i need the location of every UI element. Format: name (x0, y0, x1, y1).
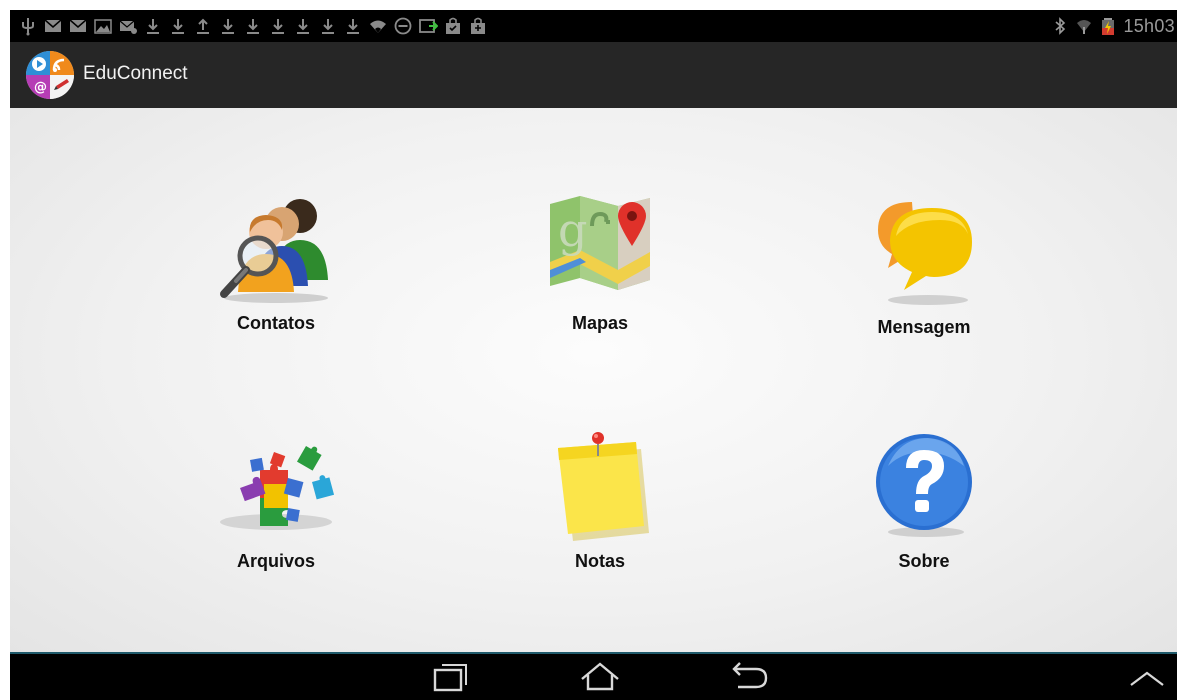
notification-icons (18, 16, 488, 36)
svg-text:g: g (558, 203, 587, 257)
download-icon (268, 16, 288, 36)
download-icon (343, 16, 363, 36)
help-question-icon (864, 426, 984, 546)
shopping-bag-icon (443, 16, 463, 36)
home-icon (581, 662, 619, 691)
navigation-bar (10, 654, 1177, 700)
menu-item-label: Arquivos (236, 551, 315, 571)
menu-item-label: Sobre (898, 551, 950, 571)
email-icon (118, 16, 138, 36)
battery-icon (1099, 17, 1117, 35)
minus-circle-icon (393, 16, 413, 36)
chevron-up-icon (1130, 671, 1164, 686)
back-icon (732, 662, 768, 689)
signal-icon (1075, 17, 1093, 35)
menu-item-notas[interactable]: Notas (480, 426, 720, 606)
upload-icon (193, 16, 213, 36)
menu-item-label: Notas (574, 551, 625, 571)
chat-bubbles-icon (864, 192, 984, 312)
bluetooth-icon (1051, 17, 1069, 35)
expand-button[interactable] (1125, 661, 1169, 693)
sticky-note-icon (540, 426, 660, 546)
shopping-bag-icon (468, 16, 488, 36)
screen-share-icon (418, 16, 438, 36)
main-menu-grid: Contatos g Mapas Mensagem Arquivos Notas… (10, 108, 1177, 652)
menu-item-contatos[interactable]: Contatos (156, 188, 396, 368)
menu-item-arquivos[interactable]: Arquivos (156, 426, 396, 606)
download-icon (168, 16, 188, 36)
app-title: EduConnect (83, 63, 188, 84)
menu-item-label: Mensagem (877, 317, 971, 337)
recent-apps-button[interactable] (428, 661, 472, 693)
system-icons: 15h03 (1051, 14, 1175, 38)
menu-item-label: Mapas (571, 313, 629, 333)
recent-apps-icon (433, 664, 467, 692)
download-icon (293, 16, 313, 36)
puzzle-pieces-icon (216, 426, 336, 546)
gmail-icon (68, 16, 88, 36)
back-button[interactable] (726, 661, 770, 693)
tablet-screen: 15h03 @ EduConnect Contatos g Mapas Mens… (10, 10, 1177, 700)
download-icon (218, 16, 238, 36)
menu-item-mapas[interactable]: g Mapas (480, 188, 720, 368)
clock: 15h03 (1123, 16, 1175, 36)
google-maps-icon: g (540, 190, 660, 310)
home-button[interactable] (578, 661, 622, 693)
menu-item-label: Contatos (237, 313, 315, 333)
gmail-icon (43, 16, 63, 36)
download-icon (318, 16, 338, 36)
contacts-magnifier-icon (216, 188, 336, 308)
menu-item-sobre[interactable]: Sobre (804, 426, 1044, 606)
download-icon (243, 16, 263, 36)
action-bar: @ EduConnect (10, 42, 1177, 108)
gallery-icon (93, 16, 113, 36)
usb-icon (18, 16, 38, 36)
download-icon (143, 16, 163, 36)
menu-item-mensagem[interactable]: Mensagem (804, 188, 1044, 368)
wifi-icon (368, 16, 388, 36)
educonnect-logo-icon[interactable]: @ (25, 50, 75, 100)
status-bar: 15h03 (10, 10, 1177, 42)
svg-text:@: @ (34, 80, 47, 95)
